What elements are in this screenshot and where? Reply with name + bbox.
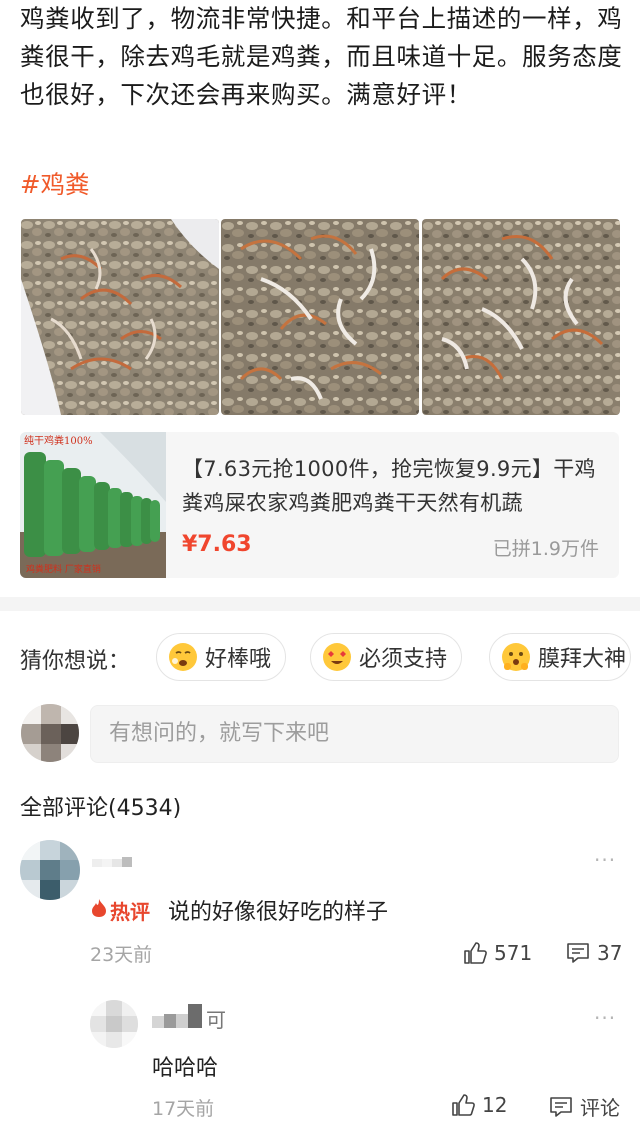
thumbs-up-icon	[464, 942, 487, 964]
quick-reply-chip-3[interactable]: 膜拜大神	[489, 633, 632, 681]
like-count: 571	[494, 941, 533, 965]
flame-icon	[91, 898, 107, 923]
reply-count: 37	[597, 941, 623, 965]
comment-icon	[567, 943, 589, 963]
comment-avatar[interactable]	[90, 1000, 138, 1048]
hashtag-link[interactable]: #鸡粪	[20, 166, 90, 204]
bowing-face-icon	[500, 641, 532, 673]
chip-label: 好棒哦	[205, 647, 272, 672]
chip-label: 必须支持	[359, 647, 448, 672]
hot-comment-badge: 热评	[91, 896, 150, 925]
commenter-name-blurred[interactable]	[152, 1004, 204, 1036]
thumb-text-top: 纯干鸡粪100%	[24, 434, 93, 447]
reply-label: 评论	[580, 1096, 620, 1120]
guess-label: 猜你想说：	[20, 649, 131, 674]
commenter-name-tail: 可	[206, 1008, 226, 1032]
reply-button[interactable]: 37	[565, 940, 622, 966]
section-divider	[0, 597, 640, 611]
chip-label: 膜拜大神	[538, 647, 627, 672]
product-title: 【7.63元抢1000件，抢完恢复9.9元】干鸡粪鸡屎农家鸡粪肥鸡粪干天然有机蔬	[182, 457, 596, 515]
commenter-name-blurred[interactable]	[92, 854, 142, 873]
thumbs-up-icon	[452, 1094, 475, 1116]
my-avatar[interactable]	[21, 704, 79, 762]
comment-input[interactable]: 有想问的，就写下来吧	[90, 705, 619, 763]
like-button[interactable]: 571	[462, 940, 532, 966]
comment-text: 说的好像很好吃的样子	[168, 900, 389, 925]
comment-time: 23天前	[90, 944, 153, 966]
review-photo-2[interactable]	[221, 219, 419, 415]
review-photo-3[interactable]	[422, 219, 620, 415]
comments-header: 全部评论(4534)	[20, 796, 182, 821]
quick-reply-chip-1[interactable]: 好棒哦	[156, 633, 287, 681]
comment-text: 哈哈哈	[152, 1056, 219, 1081]
hot-badge-label: 热评	[110, 900, 150, 924]
reply-button[interactable]: 评论	[548, 1092, 620, 1121]
post-text: 鸡粪收到了，物流非常快捷。和平台上描述的一样，鸡粪很干，除去鸡毛就是鸡粪，而且味…	[20, 4, 623, 109]
like-count: 12	[482, 1093, 508, 1117]
like-button[interactable]: 12	[450, 1092, 507, 1118]
review-photo-1[interactable]	[21, 219, 219, 415]
comment-time: 17天前	[152, 1098, 215, 1120]
yawn-face-icon	[167, 641, 199, 673]
product-price: ¥7.63	[182, 532, 252, 557]
product-card[interactable]: 纯干鸡粪100% 鸡粪肥料 厂家直销 【7.63元抢1000件，抢完恢复9.9元…	[20, 432, 619, 578]
comment-more-icon[interactable]: ···	[594, 1006, 616, 1030]
quick-reply-chip-2[interactable]: 必须支持	[310, 633, 463, 681]
comment-icon	[550, 1096, 572, 1117]
product-sold-count: 已拼1.9万件	[492, 538, 599, 560]
heart-eyes-face-icon	[321, 641, 353, 673]
comment-avatar[interactable]	[20, 840, 80, 900]
thumb-text-bottom: 鸡粪肥料 厂家直销	[26, 563, 101, 575]
comment-more-icon[interactable]: ···	[594, 848, 616, 872]
product-thumbnail[interactable]: 纯干鸡粪100% 鸡粪肥料 厂家直销	[20, 432, 166, 578]
